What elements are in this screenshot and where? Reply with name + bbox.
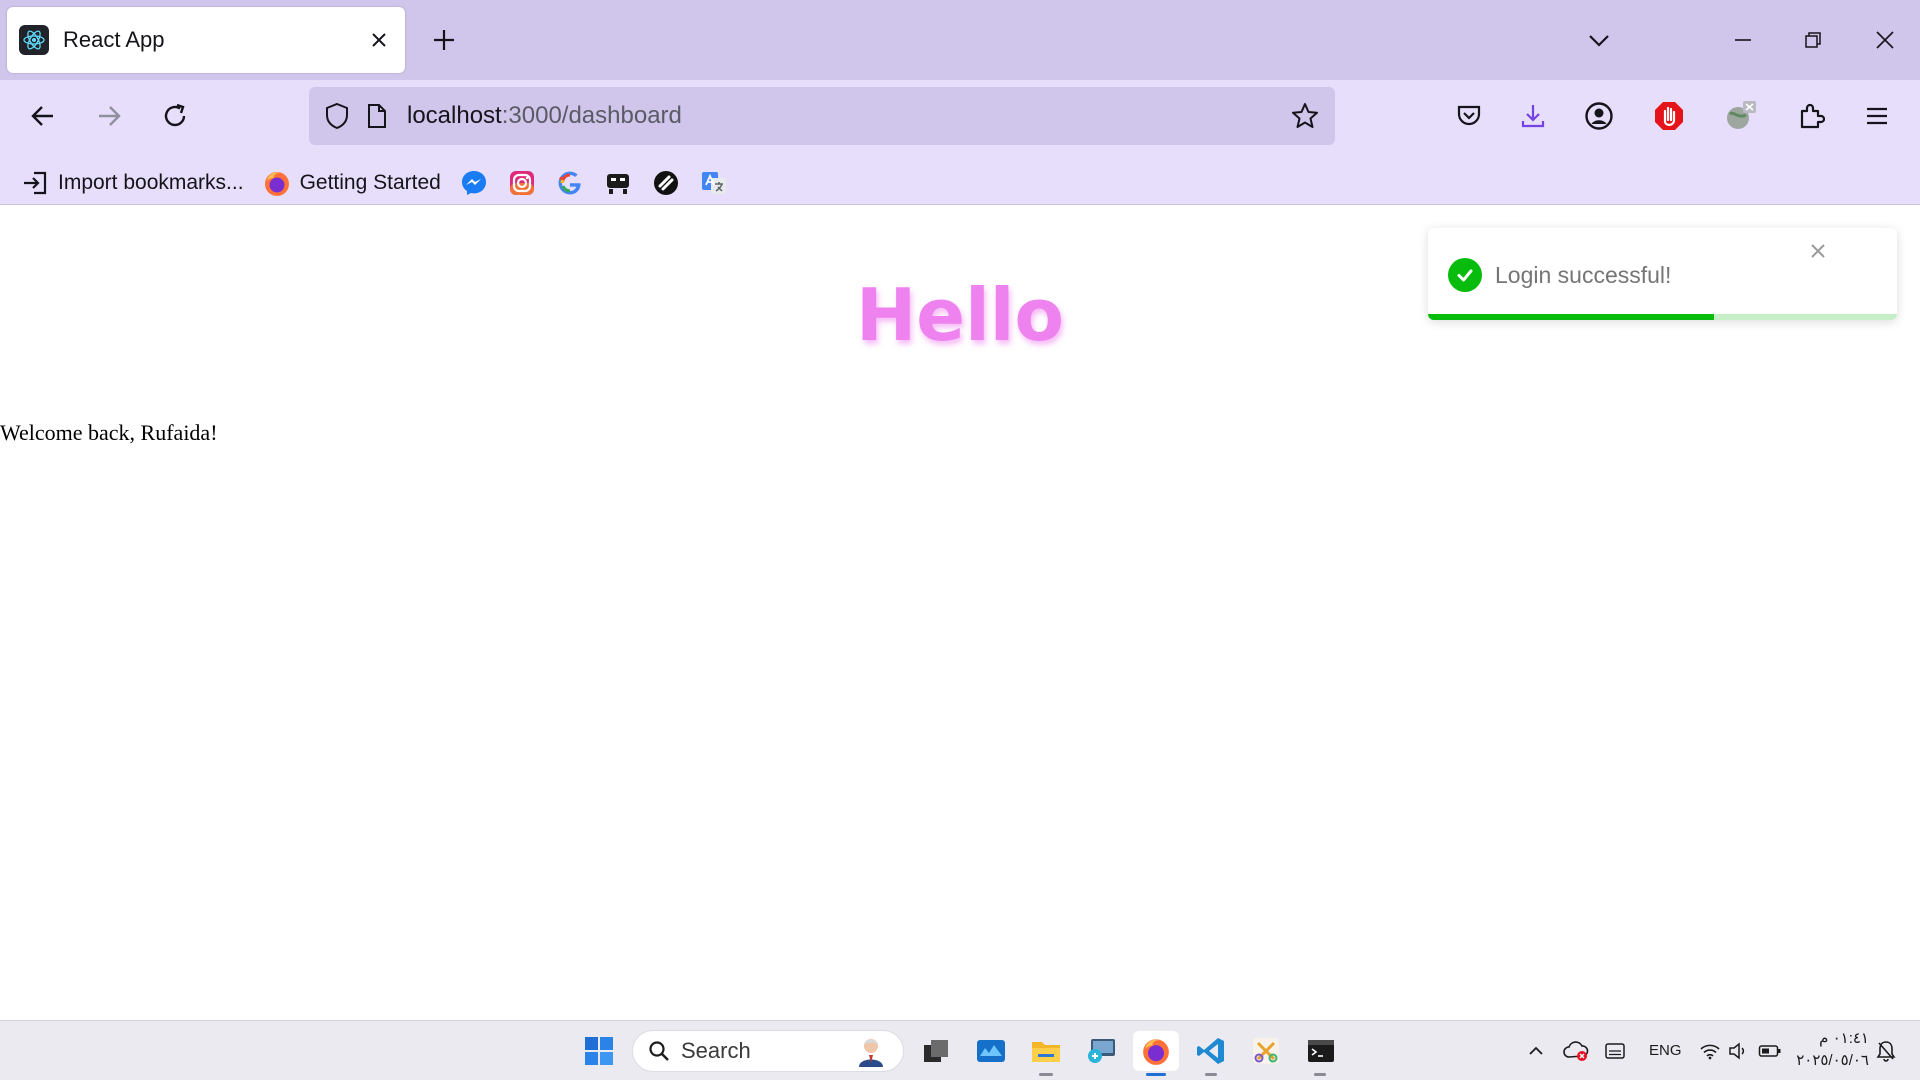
terminal-icon[interactable] <box>1301 1031 1341 1071</box>
search-label: Search <box>681 1038 751 1063</box>
link-app-icon <box>651 168 681 198</box>
terminal-running-indicator <box>1314 1073 1326 1076</box>
notification-bell-icon[interactable] <box>1868 1031 1904 1071</box>
volume-icon[interactable] <box>1721 1031 1755 1071</box>
import-icon <box>20 168 50 198</box>
bookmark-google[interactable] <box>555 163 585 203</box>
translate-icon <box>699 168 729 198</box>
bookmark-app-icon <box>603 168 633 198</box>
instagram-icon <box>507 168 537 198</box>
messenger-icon <box>459 168 489 198</box>
bookmarks-toolbar: Import bookmarks... Getting Started <box>0 160 1920 206</box>
bookmark-link-app[interactable] <box>651 163 681 203</box>
clock-time[interactable]: ٠١:٤١ م <box>1801 1029 1869 1047</box>
menu-hamburger-icon[interactable] <box>1853 92 1901 140</box>
welcome-message: Welcome back, Rufaida! <box>0 420 218 445</box>
bookmark-instagram[interactable] <box>507 163 537 203</box>
back-icon[interactable] <box>19 92 67 140</box>
clock-date[interactable]: ٢٠٢٥/٠٥/٠٦ <box>1795 1051 1869 1069</box>
tab-strip: React App <box>0 0 1920 80</box>
bookmark-app[interactable] <box>603 163 633 203</box>
tab-title: React App <box>63 27 165 52</box>
vscode-running-indicator <box>1205 1073 1217 1076</box>
new-tab-icon[interactable] <box>424 20 464 60</box>
bookmark-import[interactable]: Import bookmarks... <box>20 163 244 203</box>
firefox-icon <box>262 168 292 198</box>
page-content: Hello Welcome back, Rufaida! Login succe… <box>0 205 1920 1020</box>
url-path: :3000/dashboard <box>501 102 682 129</box>
tray-chevron-up-icon[interactable] <box>1518 1031 1554 1071</box>
snipping-tool-icon[interactable] <box>1246 1031 1286 1071</box>
close-tab-icon[interactable] <box>361 22 397 58</box>
tab-react-app[interactable]: React App <box>7 7 405 73</box>
language-indicator[interactable]: ENG <box>1649 1042 1682 1059</box>
bookmark-getting-started[interactable]: Getting Started <box>262 163 441 203</box>
restore-icon[interactable] <box>1789 16 1837 64</box>
explorer-running-indicator <box>1039 1073 1053 1076</box>
react-icon <box>19 25 49 55</box>
success-toast[interactable]: Login successful! <box>1428 228 1897 320</box>
extensions-puzzle-icon[interactable] <box>1787 92 1835 140</box>
list-tabs-chevron-down-icon[interactable] <box>1575 16 1623 64</box>
taskbar-search[interactable]: Search <box>632 1030 904 1072</box>
toast-close-icon[interactable] <box>1800 233 1836 269</box>
bookmark-messenger[interactable] <box>459 163 489 203</box>
extension-globe-icon[interactable] <box>1717 92 1765 140</box>
downloads-icon[interactable] <box>1509 92 1557 140</box>
reload-icon[interactable] <box>151 92 199 140</box>
widgets-icon[interactable] <box>971 1031 1011 1071</box>
url-text[interactable]: localhost:3000/dashboard <box>407 102 1285 130</box>
bookmark-translate[interactable] <box>699 163 729 203</box>
vscode-icon[interactable] <box>1191 1031 1231 1071</box>
page-info-icon[interactable] <box>357 96 397 136</box>
task-view-icon[interactable] <box>916 1031 956 1071</box>
search-icon <box>647 1039 671 1063</box>
adblock-stop-icon[interactable] <box>1645 92 1693 140</box>
shield-icon[interactable] <box>317 96 357 136</box>
check-circle-icon <box>1448 258 1482 292</box>
taskbar: Search ENG ٠١:٤١ م ٢٠٢٥/٠٥/٠٦ <box>0 1020 1920 1080</box>
minimize-icon[interactable] <box>1719 16 1767 64</box>
bookmark-star-icon[interactable] <box>1285 96 1325 136</box>
address-bar[interactable]: localhost:3000/dashboard <box>309 87 1335 145</box>
toast-message: Login successful! <box>1495 262 1672 288</box>
windows-start-icon[interactable] <box>579 1031 619 1071</box>
close-window-icon[interactable] <box>1861 16 1909 64</box>
account-icon[interactable] <box>1575 92 1623 140</box>
toast-progress-track <box>1428 314 1897 320</box>
bookmark-import-label: Import bookmarks... <box>58 171 244 194</box>
remote-desktop-icon[interactable] <box>1081 1031 1121 1071</box>
bookmark-getting-started-label: Getting Started <box>299 171 441 194</box>
url-host: localhost <box>407 102 502 129</box>
google-icon <box>555 168 585 198</box>
pocket-icon[interactable] <box>1445 92 1493 140</box>
file-explorer-icon[interactable] <box>1026 1031 1066 1071</box>
battery-icon[interactable] <box>1753 1031 1787 1071</box>
firefox-active-indicator <box>1146 1073 1166 1076</box>
firefox-taskbar-icon[interactable] <box>1133 1031 1179 1071</box>
onedrive-error-icon[interactable] <box>1558 1031 1594 1071</box>
forward-icon[interactable] <box>85 92 133 140</box>
keyboard-touch-icon[interactable] <box>1597 1031 1633 1071</box>
toast-progress-bar <box>1428 314 1715 320</box>
search-highlight-icon <box>853 1033 889 1069</box>
